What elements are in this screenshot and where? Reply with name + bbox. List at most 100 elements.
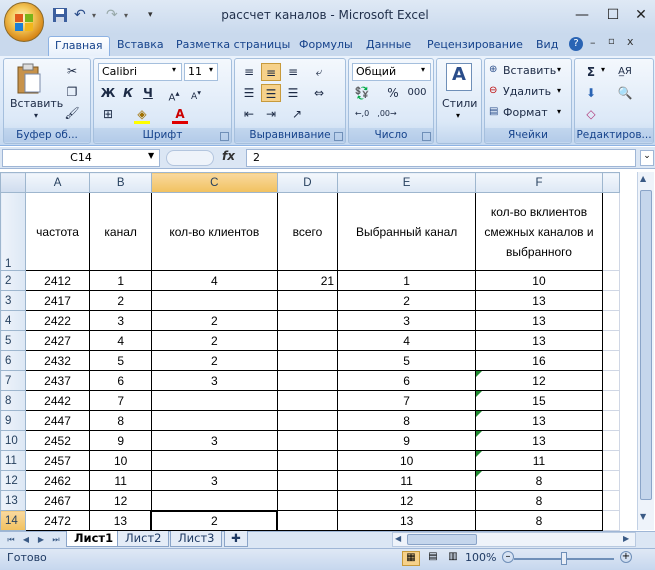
merge-cells-icon[interactable]: ⇔ xyxy=(309,84,329,102)
table-cell[interactable] xyxy=(276,410,339,431)
tab-insert[interactable]: Вставка xyxy=(111,36,170,56)
row-header-12[interactable]: 12 xyxy=(0,470,26,491)
number-format-combo[interactable]: Общий xyxy=(352,63,431,81)
align-right-icon[interactable]: ☰ xyxy=(283,84,303,102)
percent-button[interactable]: % xyxy=(383,84,403,102)
row-header-14[interactable]: 14 xyxy=(0,510,26,531)
select-all-corner[interactable] xyxy=(0,172,26,193)
table-cell[interactable] xyxy=(276,390,339,411)
italic-button[interactable]: К xyxy=(118,84,138,102)
table-cell[interactable]: 8 xyxy=(89,410,152,431)
table-cell[interactable]: 3 xyxy=(150,430,278,451)
redo-dropdown-icon[interactable]: ▾ xyxy=(124,11,142,29)
increase-decimal-icon[interactable]: ←,0 xyxy=(352,105,372,123)
table-cell[interactable]: 2 xyxy=(150,310,278,331)
table-cell[interactable]: 2 xyxy=(89,290,152,311)
first-sheet-icon[interactable]: ⏮ xyxy=(5,533,17,546)
table-cell[interactable]: 3 xyxy=(337,310,477,331)
table-cell[interactable]: 13 xyxy=(475,430,603,451)
sheet-tab-1[interactable]: Лист1 xyxy=(66,531,122,547)
table-cell[interactable]: 2432 xyxy=(24,350,91,371)
table-cell[interactable]: 2462 xyxy=(24,470,91,491)
zoom-in-icon[interactable]: + xyxy=(620,551,632,563)
table-cell[interactable]: 8 xyxy=(475,510,603,531)
table-cell[interactable]: 12 xyxy=(475,370,603,391)
table-cell[interactable]: 10 xyxy=(475,270,603,291)
table-cell[interactable]: 9 xyxy=(337,430,477,451)
tab-home[interactable]: Главная xyxy=(48,36,110,56)
row-header-6[interactable]: 6 xyxy=(0,350,26,371)
table-cell[interactable]: 5 xyxy=(89,350,152,371)
table-header-cell[interactable]: кол-во клиентов xyxy=(150,192,278,271)
table-header-cell[interactable]: кол-во вклиентов смежных каналов и выбра… xyxy=(475,192,603,271)
table-cell[interactable]: 2452 xyxy=(24,430,91,451)
horizontal-scroll-thumb[interactable] xyxy=(407,534,477,545)
font-size-dropdown-icon[interactable]: ▾ xyxy=(209,65,213,74)
last-sheet-icon[interactable]: ⏭ xyxy=(50,533,62,546)
number-dialog-launcher-icon[interactable] xyxy=(422,132,431,141)
table-cell[interactable] xyxy=(276,350,339,371)
table-cell[interactable]: 7 xyxy=(337,390,477,411)
scroll-left-icon[interactable]: ◀ xyxy=(395,534,401,543)
align-middle-icon[interactable]: ≡ xyxy=(261,63,281,81)
alignment-dialog-launcher-icon[interactable] xyxy=(334,132,343,141)
table-cell[interactable]: 2412 xyxy=(24,270,91,291)
increase-indent-icon[interactable]: ⇥ xyxy=(261,105,281,123)
align-left-icon[interactable]: ☰ xyxy=(239,84,259,102)
underline-button[interactable]: Ч xyxy=(138,84,158,102)
worksheet-grid[interactable]: A B C D E F 1 частота канал кол-во клиентов всего В… xyxy=(0,172,621,532)
table-cell[interactable]: 4 xyxy=(337,330,477,351)
tab-data[interactable]: Данные xyxy=(360,36,417,56)
table-cell[interactable]: 13 xyxy=(337,510,477,531)
find-select-icon[interactable]: 🔍 xyxy=(615,84,635,102)
row-header-13[interactable]: 13 xyxy=(0,490,26,511)
row-header-7[interactable]: 7 xyxy=(0,370,26,391)
orientation-icon[interactable]: ↗ xyxy=(287,105,307,123)
prev-sheet-icon[interactable]: ◀ xyxy=(20,533,32,546)
table-cell[interactable]: 3 xyxy=(150,470,278,491)
minimize-icon[interactable]: — xyxy=(567,4,597,26)
table-cell[interactable] xyxy=(150,390,278,411)
delete-cells-button[interactable]: Удалить xyxy=(503,85,551,98)
autosum-icon[interactable]: Σ xyxy=(581,63,601,81)
shrink-font-icon[interactable]: A▾ xyxy=(186,84,206,102)
table-cell[interactable]: 1 xyxy=(337,270,477,291)
thousands-button[interactable]: 000 xyxy=(407,84,427,102)
page-break-view-icon[interactable]: ▥ xyxy=(444,551,462,566)
table-cell[interactable]: 6 xyxy=(337,370,477,391)
decrease-indent-icon[interactable]: ⇤ xyxy=(239,105,259,123)
table-cell[interactable] xyxy=(276,330,339,351)
vertical-scrollbar[interactable]: ▲ ▼ xyxy=(637,172,654,530)
font-name-combo[interactable]: Calibri xyxy=(98,63,182,81)
vertical-scroll-thumb[interactable] xyxy=(640,190,652,500)
undo-icon[interactable]: ↶ xyxy=(74,7,92,25)
scroll-down-icon[interactable]: ▼ xyxy=(640,512,646,521)
table-cell[interactable]: 2437 xyxy=(24,370,91,391)
column-header-e[interactable]: E xyxy=(337,172,477,193)
table-cell[interactable] xyxy=(150,450,278,471)
scroll-right-icon[interactable]: ▶ xyxy=(623,534,629,543)
wrap-text-icon[interactable]: ⤶ xyxy=(309,63,329,81)
table-cell[interactable] xyxy=(150,490,278,511)
table-cell[interactable]: 6 xyxy=(89,370,152,391)
clear-icon[interactable]: ◇ xyxy=(581,105,601,123)
table-cell[interactable]: 11 xyxy=(89,470,152,491)
table-cell[interactable] xyxy=(276,430,339,451)
table-cell[interactable]: 2427 xyxy=(24,330,91,351)
format-dropdown-icon[interactable]: ▾ xyxy=(557,107,561,116)
name-box[interactable]: C14 xyxy=(2,149,160,167)
currency-icon[interactable]: 💱 xyxy=(352,84,372,102)
table-cell[interactable]: 2457 xyxy=(24,450,91,471)
zoom-slider-thumb[interactable] xyxy=(561,552,567,565)
table-cell[interactable]: 3 xyxy=(89,310,152,331)
close-icon[interactable]: ✕ xyxy=(626,4,655,26)
table-cell[interactable]: 21 xyxy=(276,270,339,291)
paste-button[interactable]: Вставить xyxy=(10,97,63,110)
row-header-4[interactable]: 4 xyxy=(0,310,26,331)
table-cell[interactable]: 10 xyxy=(337,450,477,471)
grow-font-icon[interactable]: A▴ xyxy=(164,84,184,103)
table-cell[interactable]: 2447 xyxy=(24,410,91,431)
row-header-3[interactable]: 3 xyxy=(0,290,26,311)
font-dialog-launcher-icon[interactable] xyxy=(220,132,229,141)
row-header-5[interactable]: 5 xyxy=(0,330,26,351)
